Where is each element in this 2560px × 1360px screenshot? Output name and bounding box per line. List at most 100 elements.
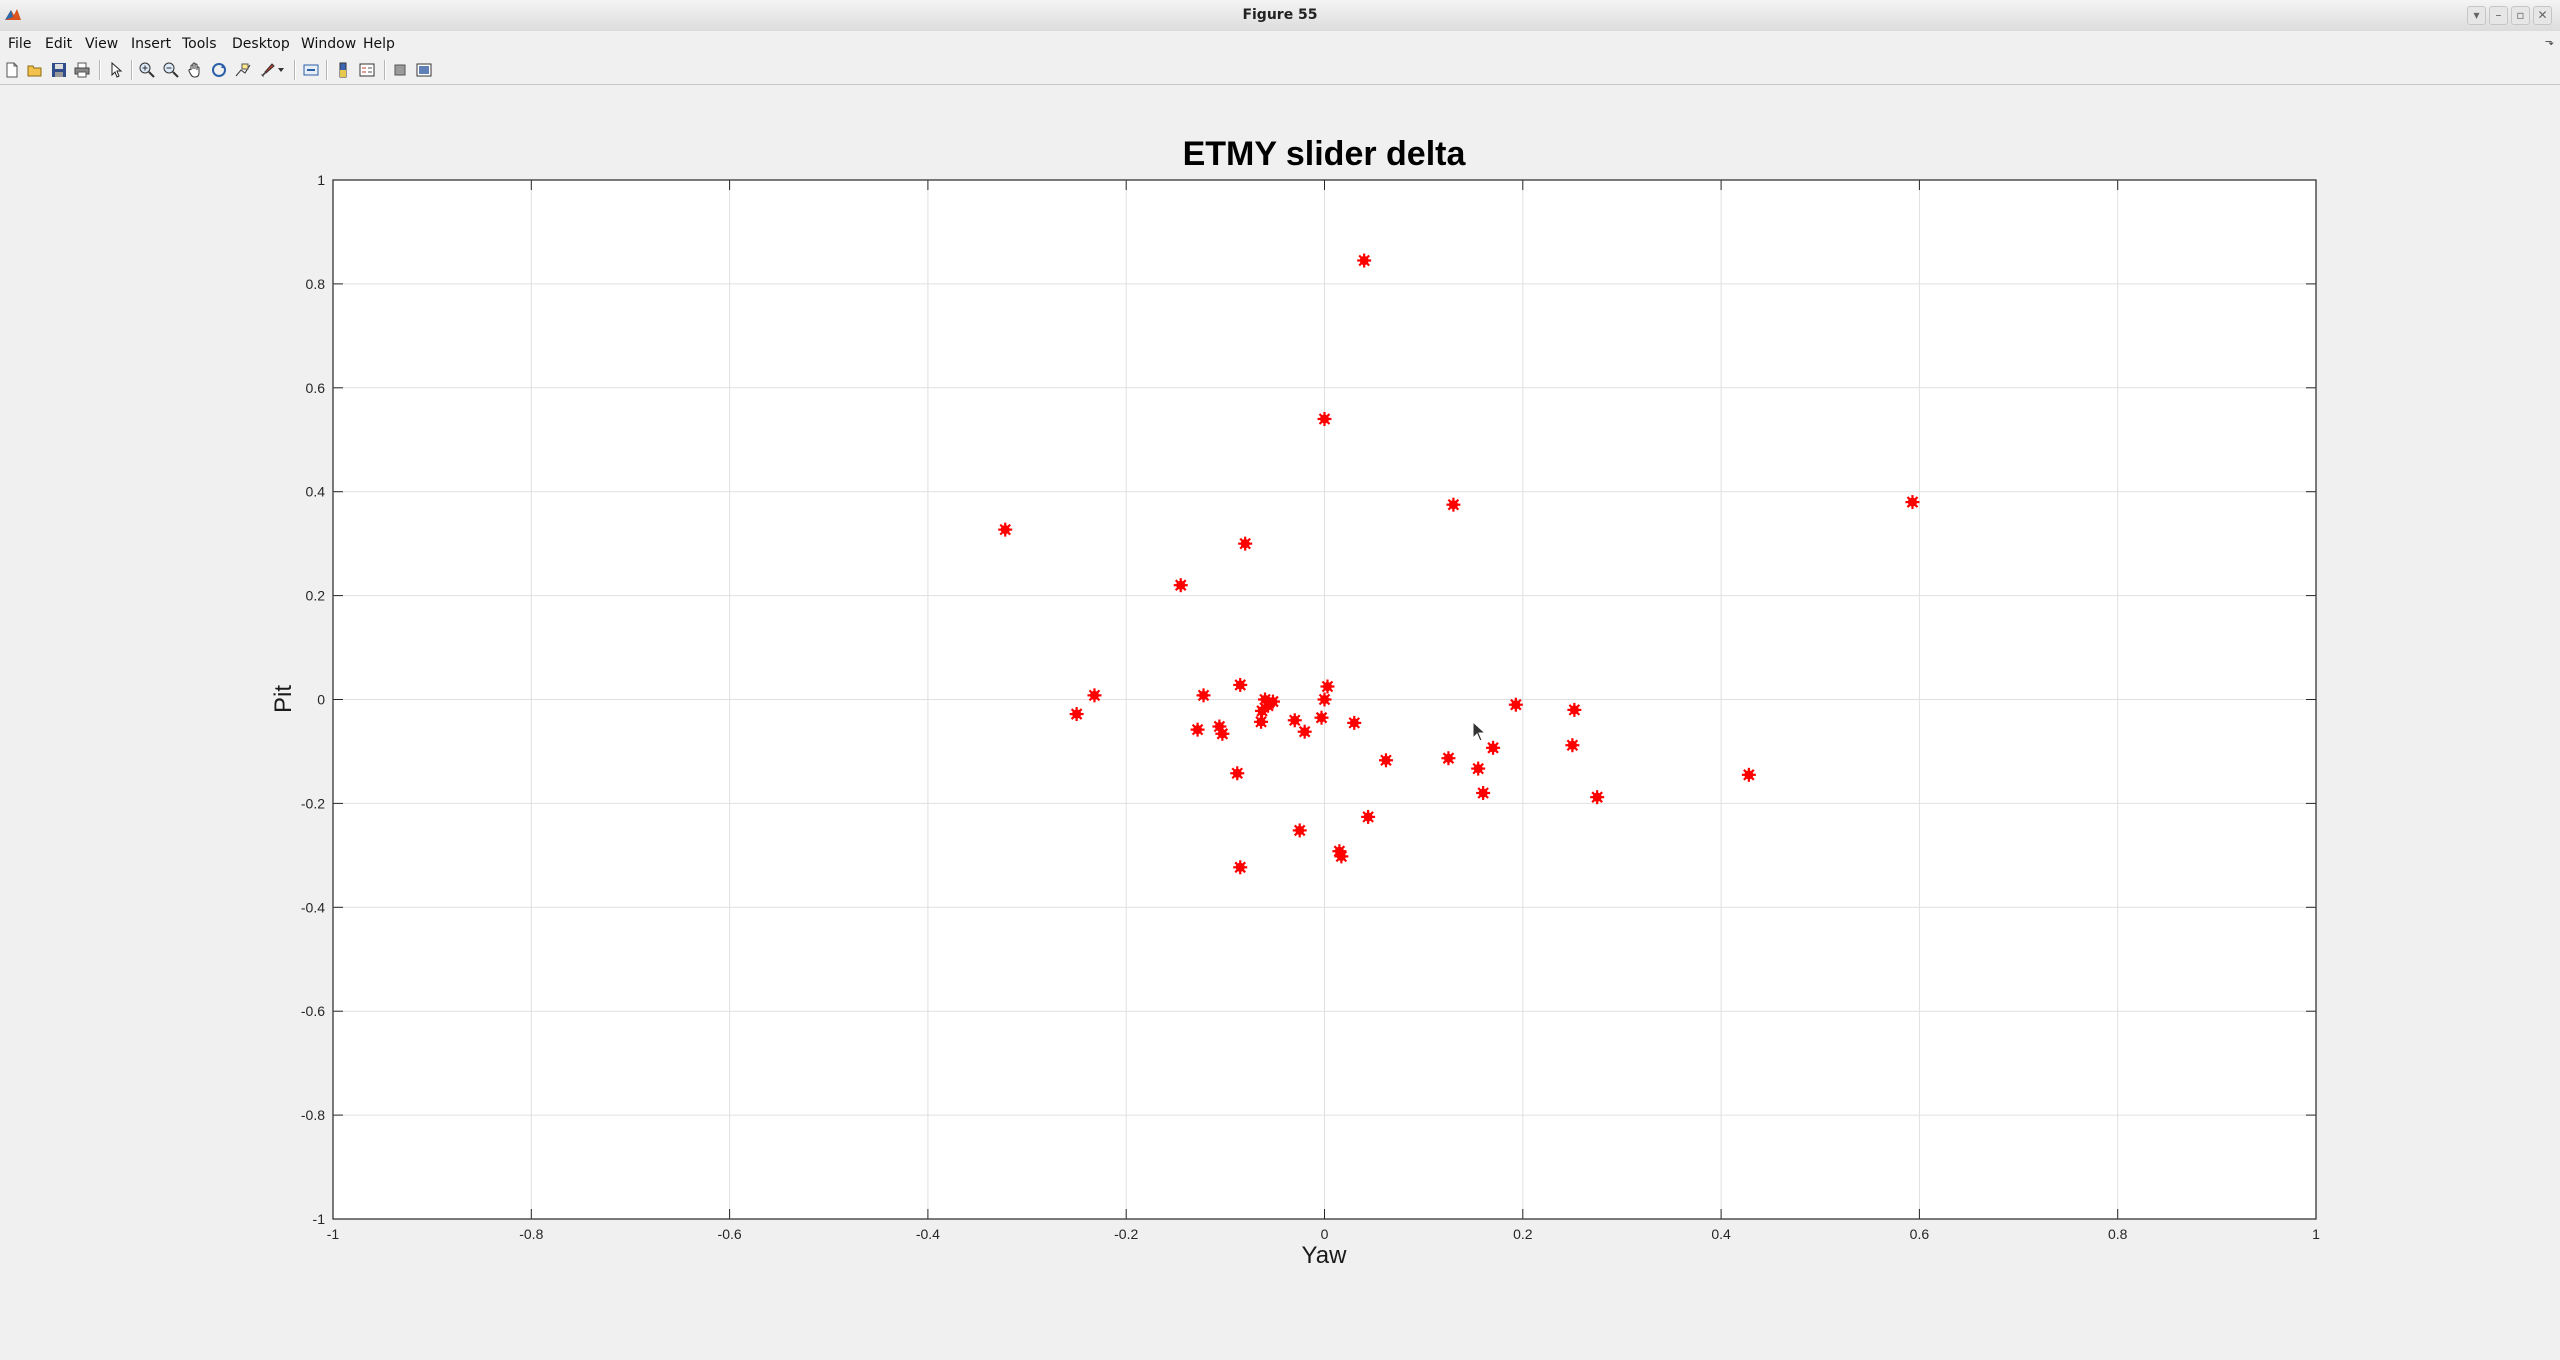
- data-point: [1905, 495, 1920, 510]
- hide-plot-tools-icon[interactable]: [391, 61, 409, 79]
- data-point: [1565, 738, 1580, 753]
- x-tick-label: -1: [327, 1226, 340, 1242]
- data-point: [1265, 694, 1280, 709]
- colorbar-icon[interactable]: [334, 61, 352, 79]
- minimize-button[interactable]: –: [2489, 6, 2508, 25]
- x-tick-label: 0.4: [1711, 1226, 1731, 1242]
- link-plot-icon[interactable]: [302, 61, 320, 79]
- show-plot-tools-icon[interactable]: [415, 61, 433, 79]
- window-titlebar: Figure 55 ▾ – ▫ ✕: [0, 0, 2560, 32]
- legend-icon[interactable]: [358, 61, 376, 79]
- data-point: [1196, 688, 1211, 703]
- data-cursor-icon[interactable]: [234, 61, 252, 79]
- data-point: [1471, 761, 1486, 776]
- x-tick-label: 1: [2312, 1226, 2320, 1242]
- save-icon[interactable]: [50, 61, 68, 79]
- pointer-icon[interactable]: [107, 61, 125, 79]
- y-tick-label: 1: [317, 172, 325, 188]
- data-point: [1069, 707, 1084, 722]
- pan-icon[interactable]: [186, 61, 204, 79]
- data-point: [1292, 823, 1307, 838]
- y-tick-label: -0.2: [301, 795, 325, 811]
- data-point: [1215, 726, 1230, 741]
- data-point: [1320, 679, 1335, 694]
- menu-edit[interactable]: Edit: [45, 36, 72, 52]
- menu-help[interactable]: Help: [363, 36, 395, 52]
- toolbar-separator: [294, 60, 296, 80]
- x-tick-label: -0.4: [916, 1226, 940, 1242]
- maximize-button[interactable]: ▫: [2511, 6, 2530, 25]
- menu-desktop[interactable]: Desktop: [232, 36, 290, 52]
- data-point: [998, 522, 1013, 537]
- open-file-icon[interactable]: [26, 61, 44, 79]
- data-point: [1508, 697, 1523, 712]
- data-point: [1314, 710, 1329, 725]
- data-point: [1087, 688, 1102, 703]
- y-tick-label: 0.6: [306, 380, 326, 396]
- toolbar-separator: [99, 60, 101, 80]
- menu-window[interactable]: Window: [301, 36, 356, 52]
- data-point: [1476, 786, 1491, 801]
- data-point: [1334, 849, 1349, 864]
- data-point: [1590, 790, 1605, 805]
- menubar: File Edit View Insert Tools Desktop Wind…: [0, 31, 2560, 56]
- window-controls: ▾ – ▫ ✕: [2467, 6, 2552, 25]
- print-icon[interactable]: [73, 61, 91, 79]
- x-tick-label: 0.2: [1513, 1226, 1533, 1242]
- data-point: [1567, 702, 1582, 717]
- data-point: [1297, 724, 1312, 739]
- mouse-cursor-icon: [1472, 721, 1486, 742]
- y-tick-label: -0.8: [301, 1107, 325, 1123]
- data-point: [1190, 722, 1205, 737]
- y-tick-label: 0.8: [306, 276, 326, 292]
- y-tick-labels: 1 0.8 0.6 0.4 0.2 0 -0.2 -0.4 -0.6 -0.8 -1: [301, 172, 325, 1227]
- chart-title: ETMY slider delta: [1182, 135, 1466, 173]
- data-point: [1347, 715, 1362, 730]
- data-point: [1238, 536, 1253, 551]
- data-point: [1361, 809, 1376, 824]
- data-point: [1741, 767, 1756, 782]
- x-tick-label: 0.8: [2108, 1226, 2128, 1242]
- x-tick-label: -0.2: [1114, 1226, 1138, 1242]
- scatter-plot[interactable]: -1 -0.8 -0.6 -0.4 -0.2 0 0.2 0.4 0.6 0.8 1 1 0.8 0.6…: [0, 85, 2560, 1360]
- data-point: [1357, 253, 1372, 268]
- rotate-3d-icon[interactable]: [210, 61, 228, 79]
- toolbar-separator: [384, 60, 386, 80]
- menu-file[interactable]: File: [8, 36, 31, 52]
- menu-view[interactable]: View: [85, 36, 118, 52]
- x-tick-label: 0: [1321, 1226, 1329, 1242]
- brush-icon[interactable]: [258, 61, 276, 79]
- zoom-out-icon[interactable]: [162, 61, 180, 79]
- data-point: [1317, 411, 1332, 426]
- x-tick-label: -0.6: [718, 1226, 742, 1242]
- y-tick-label: -1: [313, 1211, 326, 1227]
- brush-dropdown-icon[interactable]: [276, 61, 286, 79]
- y-tick-label: 0.4: [306, 484, 326, 500]
- menu-tools[interactable]: Tools: [182, 36, 217, 52]
- y-tick-label: 0: [317, 692, 325, 708]
- toolbar-separator: [131, 60, 133, 80]
- toolbar-separator: [326, 60, 328, 80]
- figure-toolbar: [0, 56, 2560, 85]
- data-point: [1441, 751, 1456, 766]
- window-title: Figure 55: [1242, 7, 1318, 23]
- x-tick-label: -0.8: [519, 1226, 543, 1242]
- data-point: [1233, 677, 1248, 692]
- data-point: [1173, 578, 1188, 593]
- new-figure-icon[interactable]: [3, 61, 21, 79]
- data-point: [1317, 692, 1332, 707]
- close-button[interactable]: ✕: [2533, 6, 2552, 25]
- x-tick-label: 0.6: [1910, 1226, 1930, 1242]
- menubar-overflow-icon[interactable]: ⬎: [2545, 35, 2554, 48]
- y-tick-label: -0.4: [301, 899, 325, 915]
- menu-insert[interactable]: Insert: [131, 36, 171, 52]
- zoom-in-icon[interactable]: [138, 61, 156, 79]
- data-point: [1446, 497, 1461, 512]
- data-point: [1287, 713, 1302, 728]
- y-tick-label: 0.2: [306, 588, 326, 604]
- data-point: [1230, 766, 1245, 781]
- figure-canvas[interactable]: -1 -0.8 -0.6 -0.4 -0.2 0 0.2 0.4 0.6 0.8 1 1 0.8 0.6…: [0, 85, 2560, 1360]
- data-point: [1486, 740, 1501, 755]
- window-menu-button[interactable]: ▾: [2467, 6, 2486, 25]
- data-point: [1233, 860, 1248, 875]
